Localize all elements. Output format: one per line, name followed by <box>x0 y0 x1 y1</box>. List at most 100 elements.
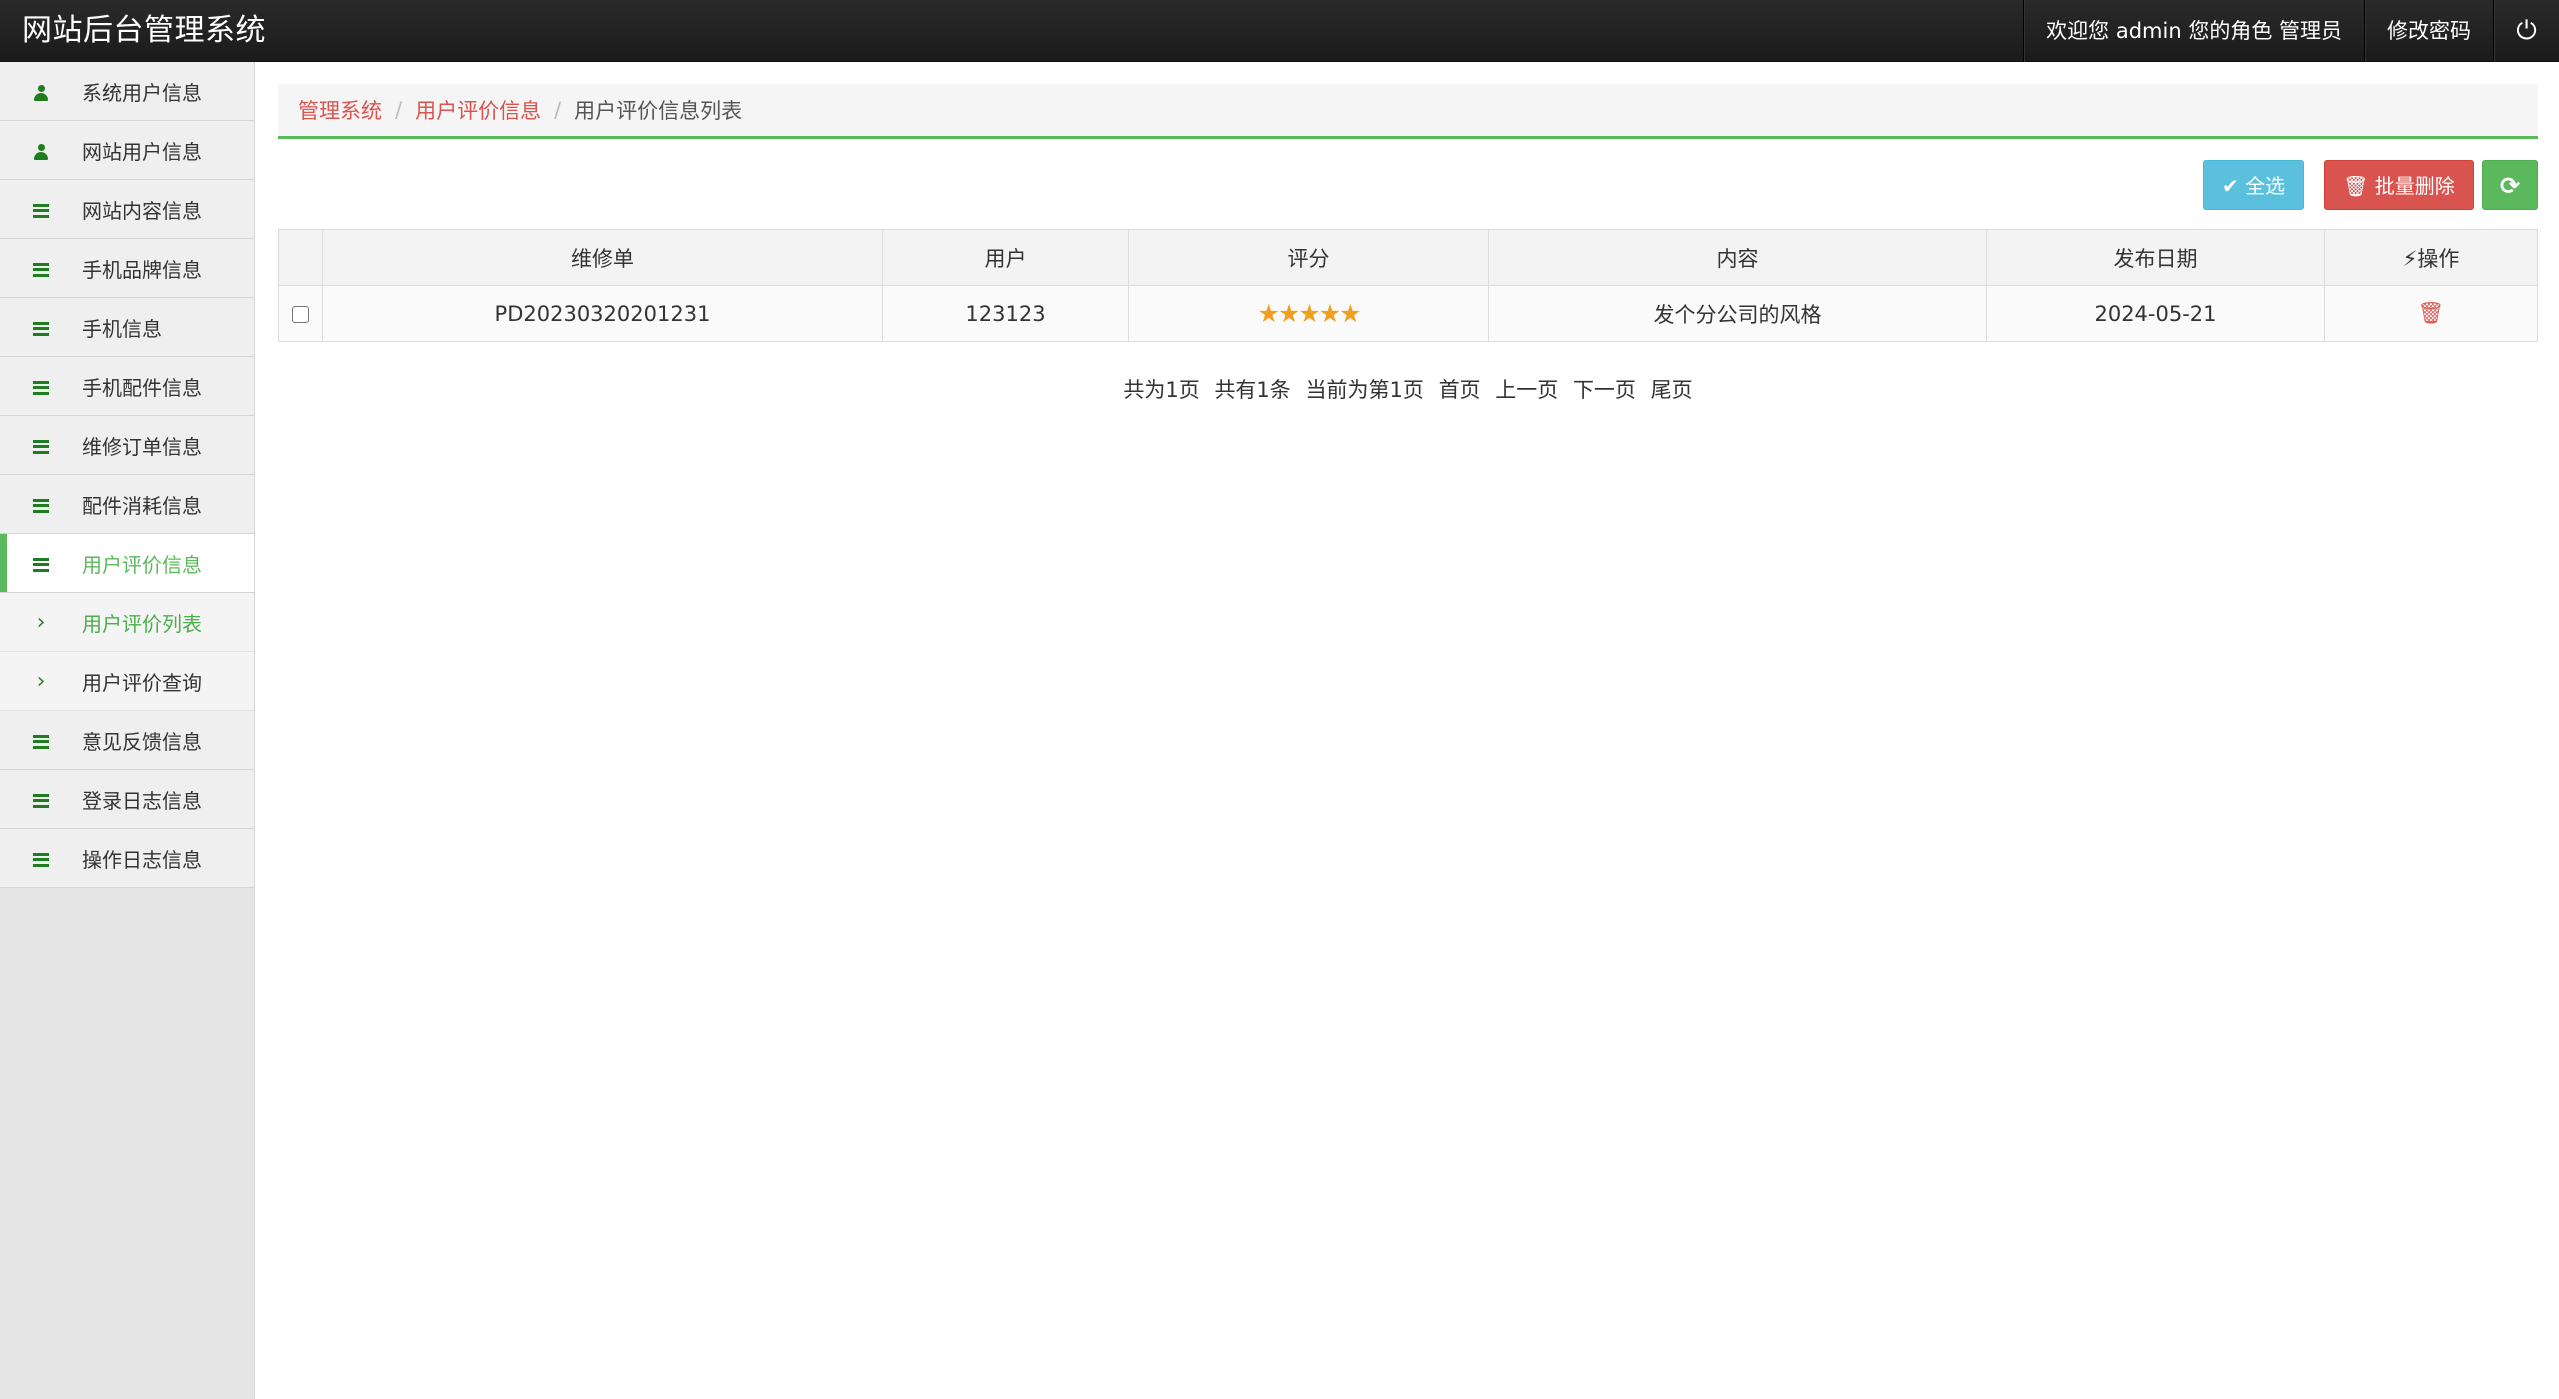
sidebar-item-label: 维修订单信息 <box>82 434 202 459</box>
refresh-icon: ⟳ <box>2499 172 2521 200</box>
sidebar-item-label: 配件消耗信息 <box>82 493 202 518</box>
column-header-order: 维修单 <box>322 229 883 286</box>
sidebar-item-site-content[interactable]: 网站内容信息 <box>0 180 254 239</box>
main-content: 管理系统 / 用户评价信息 / 用户评价信息列表 ✔ 全选 🗑 批量删除 ⟳ 维… <box>278 84 2538 404</box>
refresh-button[interactable]: ⟳ <box>2482 160 2538 210</box>
sidebar-item-parts-consumption[interactable]: 配件消耗信息 <box>0 475 254 534</box>
app-title: 网站后台管理系统 <box>22 13 266 48</box>
row-checkbox[interactable] <box>292 306 309 323</box>
bars-icon <box>0 728 82 752</box>
cell-user: 123123 <box>882 285 1129 342</box>
bars-icon <box>0 433 82 457</box>
sidebar-item-site-users[interactable]: 网站用户信息 <box>0 121 254 180</box>
column-header-actions: ⚡操作 <box>2324 229 2538 286</box>
pager-last-link[interactable]: 尾页 <box>1651 378 1693 402</box>
star-icon: ★ <box>1277 299 1300 328</box>
sidebar-item-label: 操作日志信息 <box>82 847 202 872</box>
breadcrumb-current: 用户评价信息列表 <box>574 99 743 123</box>
toolbar: ✔ 全选 🗑 批量删除 ⟳ <box>278 139 2538 229</box>
sidebar-item-label: 手机品牌信息 <box>82 257 202 282</box>
select-all-label: 全选 <box>2245 174 2286 198</box>
pager-current-page: 当前为第1页 <box>1305 378 1424 402</box>
sidebar-item-label: 登录日志信息 <box>82 788 202 813</box>
bars-icon <box>0 492 82 516</box>
column-header-actions-label: 操作 <box>2417 246 2460 271</box>
pager-first-link[interactable]: 首页 <box>1439 378 1481 402</box>
pager-total-pages: 共为1页 <box>1123 378 1200 402</box>
logout-button[interactable]: ⏻ <box>2493 0 2559 62</box>
sidebar-item-label: 系统用户信息 <box>82 80 202 105</box>
sidebar: 系统用户信息 网站用户信息 网站内容信息 手机品牌信息 手机信息 手机配件信息 … <box>0 62 255 1399</box>
pagination: 共为1页 共有1条 当前为第1页 首页 上一页 下一页 尾页 <box>278 374 2538 404</box>
sidebar-item-phone-parts[interactable]: 手机配件信息 <box>0 357 254 416</box>
sidebar-item-user-reviews[interactable]: 用户评价信息 <box>0 534 254 593</box>
sidebar-subitem-review-query[interactable]: › 用户评价查询 <box>0 652 254 711</box>
top-bar: 网站后台管理系统 欢迎您 admin 您的角色 管理员 修改密码 ⏻ <box>0 0 2559 62</box>
column-header-user: 用户 <box>882 229 1129 286</box>
batch-delete-label: 批量删除 <box>2374 174 2455 198</box>
change-password-link[interactable]: 修改密码 <box>2364 0 2493 62</box>
row-select-cell <box>278 285 323 342</box>
bars-icon <box>0 374 82 398</box>
cell-rating: ★★★★★ <box>1128 285 1489 342</box>
select-column-header <box>278 229 323 286</box>
sidebar-item-operation-logs[interactable]: 操作日志信息 <box>0 829 254 888</box>
bars-icon <box>0 315 82 339</box>
cell-content: 发个分公司的风格 <box>1488 285 1987 342</box>
chevron-right-icon: › <box>36 668 46 694</box>
sidebar-item-label: 用户评价查询 <box>82 670 202 695</box>
delete-row-button[interactable]: 🗑 <box>2418 301 2445 325</box>
user-icon <box>0 138 82 162</box>
check-icon: ✔ <box>2222 174 2239 198</box>
sidebar-item-login-logs[interactable]: 登录日志信息 <box>0 770 254 829</box>
column-header-rating: 评分 <box>1128 229 1489 286</box>
sidebar-item-phone-brands[interactable]: 手机品牌信息 <box>0 239 254 298</box>
sidebar-item-phones[interactable]: 手机信息 <box>0 298 254 357</box>
bolt-icon: ⚡ <box>2402 246 2418 271</box>
batch-delete-button[interactable]: 🗑 批量删除 <box>2324 160 2474 210</box>
user-icon <box>0 79 82 103</box>
table-row: PD20230320201231 123123 ★★★★★ 发个分公司的风格 2… <box>278 285 2538 342</box>
sidebar-item-repair-orders[interactable]: 维修订单信息 <box>0 416 254 475</box>
breadcrumb: 管理系统 / 用户评价信息 / 用户评价信息列表 <box>278 84 2538 139</box>
star-rating: ★★★★★ <box>1257 299 1361 328</box>
sidebar-subitem-review-list[interactable]: › 用户评价列表 <box>0 593 254 652</box>
sidebar-item-label: 手机信息 <box>82 316 162 341</box>
sidebar-item-label: 用户评价信息 <box>82 552 202 577</box>
breadcrumb-separator: / <box>554 98 562 122</box>
cell-order: PD20230320201231 <box>322 285 883 342</box>
cell-date: 2024-05-21 <box>1986 285 2325 342</box>
table-header-row: 维修单 用户 评分 内容 发布日期 ⚡操作 <box>278 229 2538 286</box>
pager-prev-link[interactable]: 上一页 <box>1495 378 1558 402</box>
top-nav: 欢迎您 admin 您的角色 管理员 修改密码 ⏻ <box>2023 0 2559 62</box>
pager-next-link[interactable]: 下一页 <box>1573 378 1636 402</box>
star-icon: ★ <box>1339 299 1361 328</box>
column-header-date: 发布日期 <box>1986 229 2325 286</box>
star-icon: ★ <box>1318 299 1341 328</box>
trash-icon: 🗑 <box>2343 174 2369 198</box>
sidebar-item-label: 网站内容信息 <box>82 198 202 223</box>
select-all-button[interactable]: ✔ 全选 <box>2203 160 2305 210</box>
sidebar-item-label: 意见反馈信息 <box>82 729 202 754</box>
breadcrumb-separator: / <box>395 98 403 122</box>
sidebar-item-label: 手机配件信息 <box>82 375 202 400</box>
chevron-right-icon: › <box>36 609 46 635</box>
sidebar-item-system-users[interactable]: 系统用户信息 <box>0 62 254 121</box>
star-icon: ★ <box>1298 299 1320 328</box>
star-icon: ★ <box>1257 299 1279 328</box>
bars-icon <box>0 846 82 870</box>
breadcrumb-section-link[interactable]: 用户评价信息 <box>415 95 541 125</box>
bars-icon <box>0 551 82 575</box>
welcome-text: 欢迎您 admin 您的角色 管理员 <box>2023 0 2364 62</box>
pager-total-records: 共有1条 <box>1214 378 1291 402</box>
sidebar-item-label: 网站用户信息 <box>82 139 202 164</box>
column-header-content: 内容 <box>1488 229 1987 286</box>
bars-icon <box>0 256 82 280</box>
sidebar-item-feedback[interactable]: 意见反馈信息 <box>0 711 254 770</box>
power-icon: ⏻ <box>2516 16 2537 46</box>
bars-icon <box>0 197 82 221</box>
breadcrumb-home-link[interactable]: 管理系统 <box>298 95 382 125</box>
cell-actions: 🗑 <box>2324 285 2538 342</box>
sidebar-item-label: 用户评价列表 <box>82 611 202 636</box>
reviews-table: 维修单 用户 评分 内容 发布日期 ⚡操作 PD20230320201231 1… <box>278 229 2538 342</box>
